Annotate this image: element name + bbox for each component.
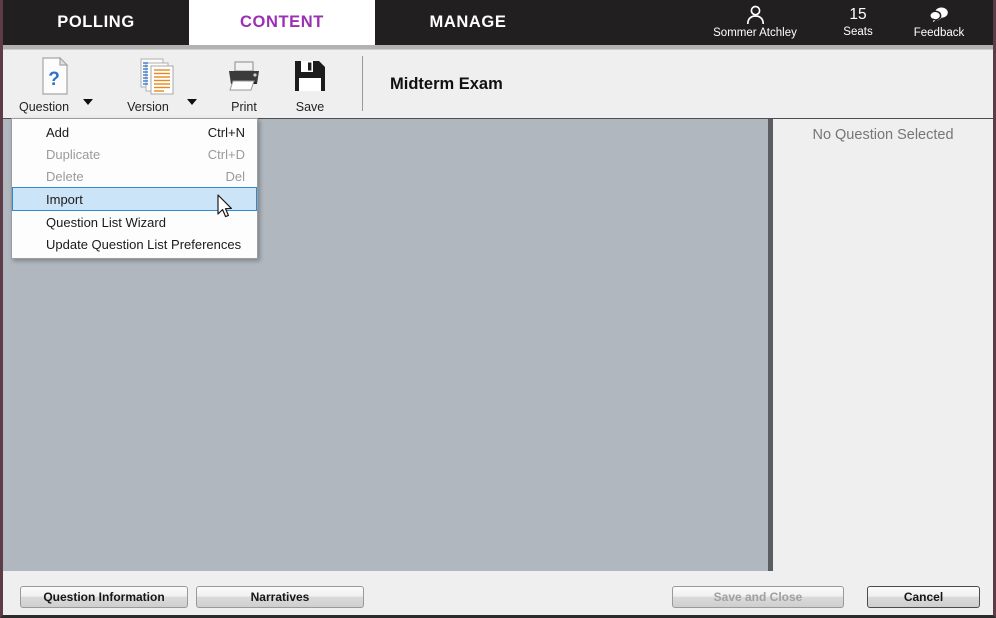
menu-item-add-shortcut: Ctrl+N	[207, 124, 245, 140]
toolbar-print-label: Print	[231, 100, 257, 114]
header-user[interactable]: Sommer Atchley	[685, 0, 825, 39]
save-and-close-button: Save and Close	[672, 586, 844, 608]
chevron-down-icon-question[interactable]	[83, 99, 93, 105]
header-feedback-label: Feedback	[913, 27, 965, 39]
menu-item-duplicate: Duplicate Ctrl+D	[12, 143, 257, 165]
menu-item-update-question-list-preferences[interactable]: Update Question List Preferences	[12, 233, 257, 255]
toolbar-question-button[interactable]: ? Question	[3, 50, 107, 123]
header-actions: Sommer Atchley 15 Seats Feedback	[685, 0, 993, 45]
menu-item-question-list-wizard[interactable]: Question List Wizard	[12, 211, 257, 233]
menu-item-duplicate-shortcut: Ctrl+D	[207, 146, 245, 162]
tab-bar-spacer	[561, 0, 685, 45]
menu-item-duplicate-label: Duplicate	[46, 146, 101, 162]
cancel-button[interactable]: Cancel	[867, 586, 980, 608]
header-feedback[interactable]: Feedback	[891, 0, 987, 39]
toolbar-separator	[362, 56, 363, 111]
toolbar-version-label: Version	[127, 100, 169, 114]
menu-item-add[interactable]: Add Ctrl+N	[12, 121, 257, 143]
narratives-button-label: Narratives	[250, 590, 310, 604]
person-icon	[746, 4, 765, 26]
main-tab-bar: POLLING CONTENT MANAGE Sommer Atchley 15	[3, 0, 993, 45]
tab-polling[interactable]: POLLING	[3, 0, 189, 45]
toolbar-save-label: Save	[295, 100, 325, 114]
application-window: POLLING CONTENT MANAGE Sommer Atchley 15	[0, 0, 996, 618]
question-information-button[interactable]: Question Information	[20, 586, 188, 608]
tab-content[interactable]: CONTENT	[189, 0, 375, 45]
no-question-selected-label: No Question Selected	[812, 127, 954, 143]
header-seats-count: 15	[849, 6, 867, 23]
cancel-button-label: Cancel	[903, 590, 944, 604]
header-user-label: Sommer Atchley	[713, 27, 797, 39]
toolbar-print-button[interactable]: Print	[211, 50, 277, 123]
chevron-down-icon-version[interactable]	[187, 99, 197, 105]
version-pages-icon	[140, 55, 178, 97]
menu-item-delete-shortcut: Del	[225, 168, 245, 184]
question-information-button-label: Question Information	[43, 590, 165, 604]
tab-polling-label: POLLING	[57, 13, 135, 31]
toolbar-save-button[interactable]: Save	[277, 50, 343, 123]
floppy-disk-icon	[294, 55, 326, 97]
svg-text:?: ?	[48, 69, 60, 90]
tab-content-label: CONTENT	[240, 13, 324, 31]
menu-item-question-list-wizard-label: Question List Wizard	[46, 214, 166, 230]
question-dropdown-menu: Add Ctrl+N Duplicate Ctrl+D Delete Del I…	[11, 118, 258, 259]
menu-item-import[interactable]: Import	[12, 187, 257, 211]
page-title: Midterm Exam	[390, 75, 503, 93]
tab-manage[interactable]: MANAGE	[375, 0, 561, 45]
question-document-icon: ?	[40, 55, 70, 97]
printer-icon	[224, 55, 264, 97]
narratives-button[interactable]: Narratives	[196, 586, 364, 608]
header-seats-label: Seats	[843, 26, 873, 38]
menu-item-add-label: Add	[46, 124, 70, 140]
toolbar-version-button[interactable]: Version	[107, 50, 211, 123]
toolbar-question-label: Question	[18, 100, 70, 114]
save-and-close-button-label: Save and Close	[713, 590, 803, 604]
header-seats[interactable]: 15 Seats	[825, 0, 891, 38]
menu-item-delete-label: Delete	[46, 168, 84, 184]
question-detail-panel: No Question Selected	[773, 119, 993, 571]
tab-manage-label: MANAGE	[429, 13, 507, 31]
menu-item-import-label: Import	[46, 191, 83, 207]
menu-item-delete: Delete Del	[12, 165, 257, 187]
feedback-bubbles-icon	[928, 4, 950, 26]
menu-item-update-question-list-preferences-label: Update Question List Preferences	[46, 236, 242, 252]
